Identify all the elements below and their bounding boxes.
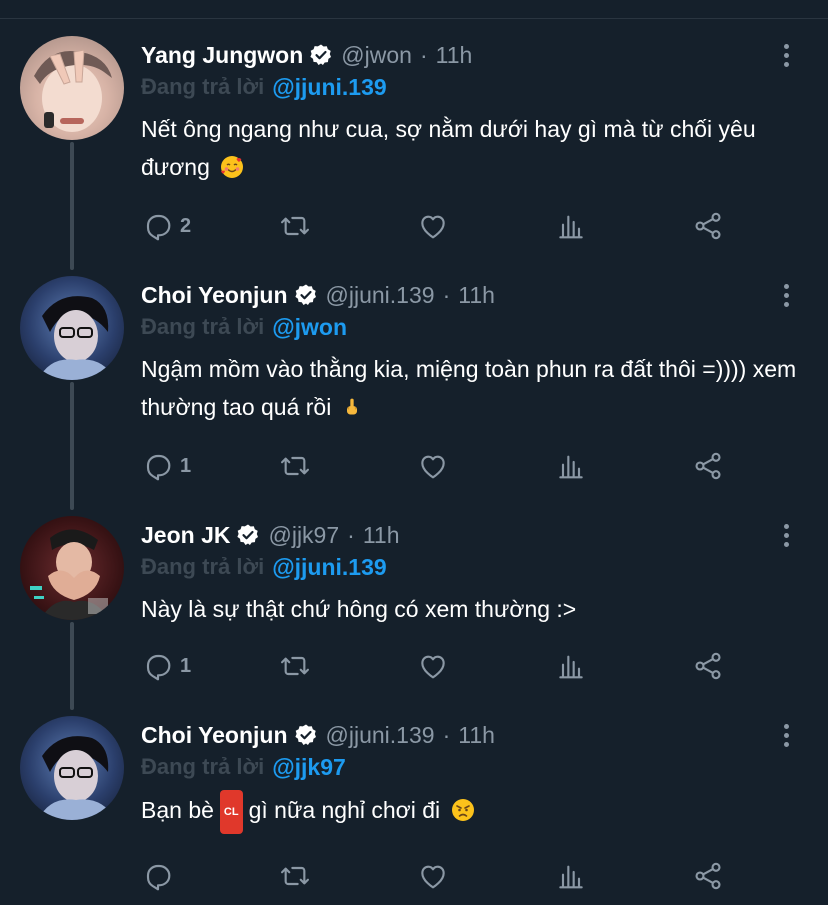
smiling-face-with-hearts-icon (221, 156, 244, 178)
reply-label: Đang trả lời (141, 754, 265, 779)
reply-button[interactable] (142, 856, 174, 896)
share-icon (692, 450, 724, 482)
verified-badge-icon (294, 283, 318, 307)
verified-badge-icon (236, 523, 260, 547)
heart-icon (417, 860, 449, 892)
retweet-button[interactable] (279, 446, 311, 486)
analytics-icon (555, 450, 587, 482)
avatar[interactable] (20, 276, 124, 380)
share-icon (692, 860, 724, 892)
views-button[interactable] (555, 446, 587, 486)
username[interactable]: @jwon (341, 42, 412, 69)
tweet-text: Nết ông ngang như cua, sợ nằm dưới hay g… (141, 116, 756, 180)
tweet-actions: 2 (0, 206, 828, 246)
retweet-icon (279, 210, 311, 242)
retweet-icon (279, 650, 311, 682)
retweet-button[interactable] (279, 856, 311, 896)
analytics-icon (555, 860, 587, 892)
share-button[interactable] (692, 646, 724, 686)
share-button[interactable] (692, 206, 724, 246)
reply-label: Đang trả lời (141, 314, 265, 339)
separator-dot: · (347, 521, 355, 548)
like-button[interactable] (417, 206, 449, 246)
reply-to-link[interactable]: @jjuni.139 (272, 554, 386, 581)
cl-badge-icon: CL (219, 790, 243, 834)
middle-finger-icon (346, 398, 357, 415)
share-button[interactable] (692, 446, 724, 486)
analytics-icon (555, 210, 587, 242)
views-button[interactable] (555, 856, 587, 896)
retweet-button[interactable] (279, 206, 311, 246)
more-options-icon[interactable] (772, 518, 800, 552)
reply-icon (142, 860, 174, 892)
reply-button[interactable]: 1 (142, 446, 191, 486)
reply-label: Đang trả lời (141, 74, 265, 99)
avatar[interactable] (20, 36, 124, 140)
reply-icon (142, 210, 174, 242)
share-icon (692, 210, 724, 242)
separator-dot: · (442, 281, 451, 308)
verified-badge-icon (309, 43, 333, 67)
like-button[interactable] (417, 646, 449, 686)
tweet-text: Ngậm mồm vào thằng kia, miệng toàn phun … (141, 356, 797, 420)
reply-icon (142, 650, 174, 682)
avatar[interactable] (20, 516, 124, 620)
tweet-text: Bạn bè CL gì nữa nghỉ chơi đi (141, 790, 811, 834)
like-button[interactable] (417, 856, 449, 896)
more-options-icon[interactable] (772, 718, 800, 752)
username[interactable]: @jjuni.139 (326, 282, 435, 309)
separator-dot: · (419, 41, 428, 68)
avatar[interactable] (20, 716, 124, 820)
timestamp[interactable]: 11h (436, 42, 473, 69)
share-button[interactable] (692, 856, 724, 896)
more-options-icon[interactable] (772, 38, 800, 72)
tweet-actions: 1 (0, 446, 828, 486)
reply-to-link[interactable]: @jjuni.139 (272, 74, 386, 101)
views-button[interactable] (555, 206, 587, 246)
reply-button[interactable]: 1 (142, 646, 191, 686)
retweet-icon (279, 860, 311, 892)
retweet-icon (279, 450, 311, 482)
share-icon (692, 650, 724, 682)
views-button[interactable] (555, 646, 587, 686)
reply-button[interactable]: 2 (142, 206, 191, 246)
verified-badge-icon (294, 723, 318, 747)
heart-icon (417, 650, 449, 682)
more-options-icon[interactable] (772, 278, 800, 312)
timestamp[interactable]: 11h (458, 722, 495, 749)
display-name[interactable]: Yang Jungwon (141, 42, 303, 69)
reply-count: 1 (180, 454, 192, 477)
separator-dot: · (442, 721, 451, 748)
top-divider (0, 18, 828, 19)
heart-icon (417, 450, 449, 482)
reply-icon (142, 450, 174, 482)
timestamp[interactable]: 11h (458, 282, 495, 309)
username[interactable]: @jjuni.139 (326, 722, 435, 749)
timestamp[interactable]: 11h (363, 522, 400, 549)
reply-count: 1 (180, 654, 192, 677)
tweet-actions: 1 (0, 646, 828, 686)
heart-icon (417, 210, 449, 242)
reply-to-link[interactable]: @jwon (272, 314, 347, 341)
tweet-text: Này là sự thật chứ hông có xem thường :> (141, 596, 577, 622)
analytics-icon (555, 650, 587, 682)
reply-label: Đang trả lời (141, 554, 265, 579)
like-button[interactable] (417, 446, 449, 486)
retweet-button[interactable] (279, 646, 311, 686)
display-name[interactable]: Choi Yeonjun (141, 722, 288, 749)
display-name[interactable]: Jeon JK (141, 522, 230, 549)
display-name[interactable]: Choi Yeonjun (141, 282, 288, 309)
angry-face-icon (451, 799, 474, 821)
tweet-actions (0, 856, 828, 896)
username[interactable]: @jjk97 (268, 522, 339, 549)
reply-to-link[interactable]: @jjk97 (272, 754, 346, 781)
reply-count: 2 (180, 214, 192, 237)
